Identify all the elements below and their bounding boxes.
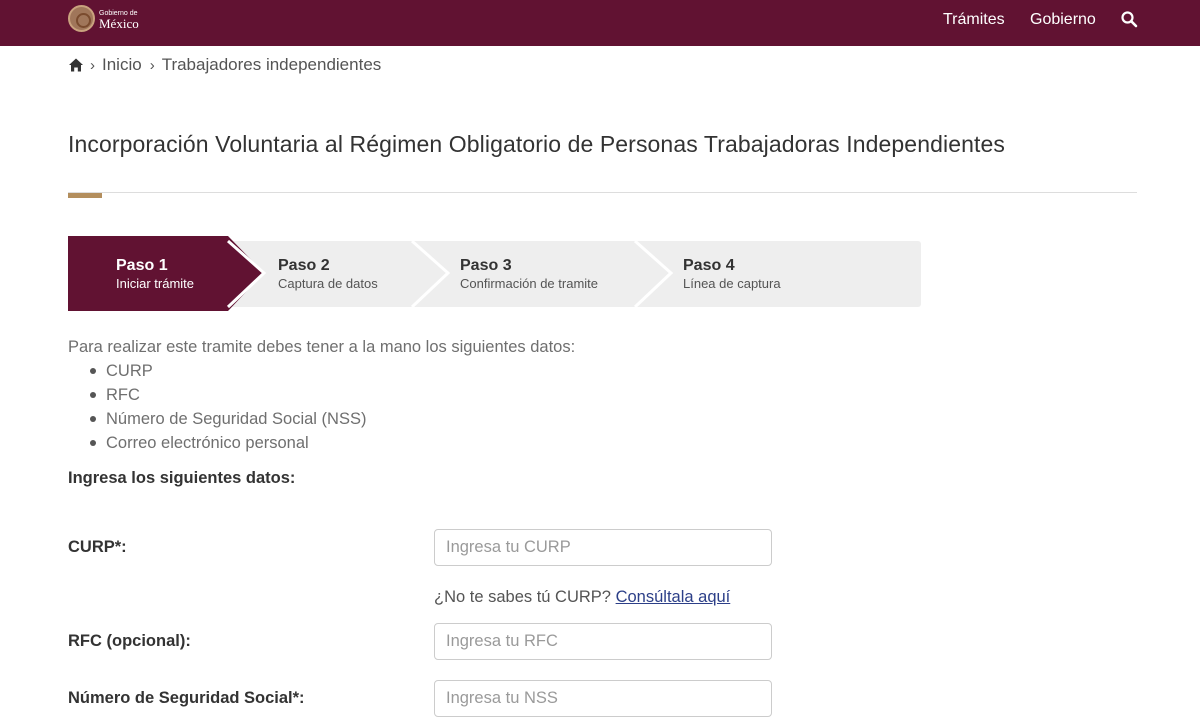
form-heading: Ingresa los siguientes datos: [68, 469, 296, 487]
curp-help: ¿No te sabes tú CURP? Consúltala aquí [434, 588, 730, 607]
page-title: Incorporación Voluntaria al Régimen Obli… [68, 131, 1005, 157]
consultar-curp-link[interactable]: Consúltala aquí [616, 588, 731, 606]
logo-text: Gobierno de México [99, 8, 139, 30]
coat-of-arms-icon [68, 5, 95, 32]
search-button[interactable] [1120, 10, 1140, 30]
step-1: Paso 1 Iniciar trámite [116, 256, 194, 292]
nss-label: Número de Seguridad Social*: [68, 689, 305, 707]
step-3-subtitle: Confirmación de tramite [460, 276, 598, 292]
rfc-input[interactable] [434, 623, 772, 660]
breadcrumb-item-current[interactable]: Trabajadores independientes [162, 55, 382, 75]
rfc-label: RFC (opcional): [68, 632, 191, 650]
step-4-title: Paso 4 [683, 257, 735, 274]
search-icon [1121, 11, 1138, 28]
chevron-right-icon: › [149, 56, 155, 74]
nav-link-tramites[interactable]: Trámites [943, 11, 1005, 29]
top-navbar: Gobierno de México Trámites Gobierno [0, 0, 1200, 46]
step-3-title: Paso 3 [460, 257, 512, 274]
step-1-title: Paso 1 [116, 257, 168, 274]
curp-help-text: ¿No te sabes tú CURP? [434, 588, 611, 606]
logo-big-text: México [99, 15, 139, 31]
requirement-item: CURP [88, 360, 366, 384]
intro-text: Para realizar este tramite debes tener a… [68, 338, 576, 356]
home-icon[interactable] [68, 57, 84, 73]
requirement-item: Correo electrónico personal [88, 432, 366, 456]
title-divider [68, 192, 1137, 193]
step-4: Paso 4 Línea de captura [683, 256, 781, 292]
step-4-subtitle: Línea de captura [683, 276, 781, 292]
breadcrumb: › Inicio › Trabajadores independientes [68, 55, 389, 75]
step-1-subtitle: Iniciar trámite [116, 276, 195, 292]
curp-input[interactable] [434, 529, 772, 566]
gobierno-de-mexico-logo[interactable]: Gobierno de México [68, 5, 139, 32]
progress-stepper: Paso 1 Iniciar trámite Paso 2 Captura de… [68, 236, 921, 311]
breadcrumb-item-inicio[interactable]: Inicio [102, 55, 142, 75]
nss-input[interactable] [434, 680, 772, 717]
step-3: Paso 3 Confirmación de tramite [460, 256, 598, 292]
requirement-item: Número de Seguridad Social (NSS) [88, 408, 366, 432]
step-2-title: Paso 2 [278, 257, 330, 274]
nav-link-gobierno[interactable]: Gobierno [1030, 11, 1096, 29]
chevron-right-icon: › [90, 56, 95, 74]
title-accent-bar [68, 193, 102, 198]
step-2-subtitle: Captura de datos [278, 276, 378, 292]
curp-label: CURP*: [68, 538, 127, 556]
step-divider-4 [633, 239, 674, 309]
requirement-item: RFC [88, 384, 366, 408]
step-2: Paso 2 Captura de datos [278, 256, 378, 292]
requirements-list: CURP RFC Número de Seguridad Social (NSS… [88, 360, 366, 456]
step-divider-3 [410, 239, 451, 309]
